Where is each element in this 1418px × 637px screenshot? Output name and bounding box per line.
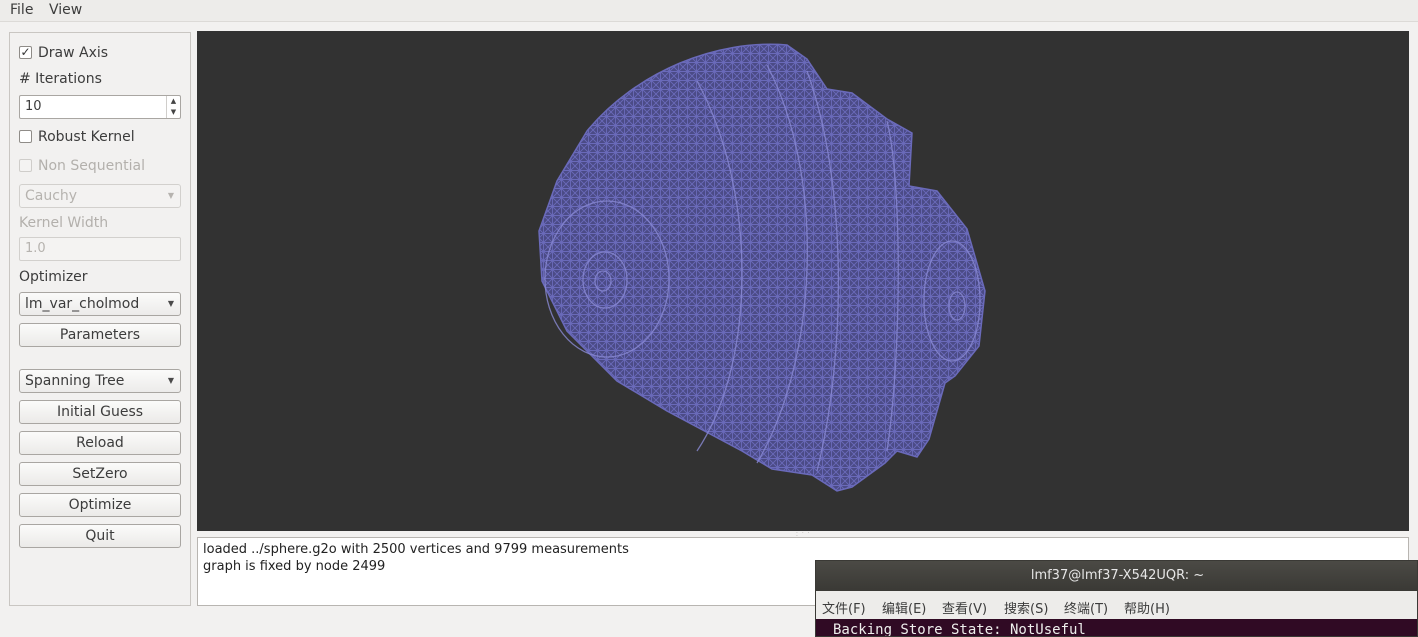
quit-button[interactable]: Quit: [19, 524, 181, 548]
chevron-down-icon: ▼: [167, 299, 174, 308]
draw-axis-label: Draw Axis: [38, 45, 109, 61]
spin-up-icon[interactable]: ▲: [167, 96, 180, 107]
terminal-menu-search[interactable]: 搜索(S): [1004, 598, 1048, 617]
terminal-menu-view[interactable]: 查看(V): [942, 598, 987, 617]
iterations-label: # Iterations: [19, 71, 102, 87]
initial-guess-method-value: Spanning Tree: [25, 373, 125, 389]
terminal-title: lmf37@lmf37-X542UQR: ~: [816, 561, 1417, 591]
draw-axis-checkbox[interactable]: ✓: [19, 46, 32, 59]
non-sequential-label: Non Sequential: [38, 158, 145, 174]
terminal-output: Backing Store State: NotUseful: [833, 622, 1086, 637]
robust-kernel-label: Robust Kernel: [38, 129, 135, 145]
terminal-menu-help[interactable]: 帮助(H): [1124, 598, 1170, 617]
chevron-down-icon: ▼: [167, 191, 174, 200]
parameters-button[interactable]: Parameters: [19, 323, 181, 347]
splitter-handle[interactable]: · · · ·: [796, 531, 814, 540]
setzero-button[interactable]: SetZero: [19, 462, 181, 486]
reload-button[interactable]: Reload: [19, 431, 181, 455]
non-sequential-checkbox[interactable]: [19, 159, 32, 172]
kernel-width-label: Kernel Width: [19, 215, 109, 231]
initial-guess-method-combo[interactable]: Spanning Tree ▼: [19, 369, 181, 393]
terminal-menu-edit[interactable]: 编辑(E): [882, 598, 926, 617]
menu-view[interactable]: View: [49, 2, 82, 18]
initial-guess-button[interactable]: Initial Guess: [19, 400, 181, 424]
optimizer-value: lm_var_cholmod: [25, 296, 140, 312]
iterations-spinbox[interactable]: 10 ▲ ▼: [19, 95, 181, 119]
optimizer-combo[interactable]: lm_var_cholmod ▼: [19, 292, 181, 316]
chevron-down-icon: ▼: [167, 376, 174, 385]
menubar: File View: [0, 0, 1418, 22]
kernel-width-field[interactable]: 1.0: [19, 237, 181, 261]
pose-graph-mesh: [538, 43, 986, 492]
menu-file[interactable]: File: [10, 2, 33, 18]
terminal-body[interactable]: Backing Store State: NotUseful: [816, 619, 1417, 637]
terminal-window[interactable]: lmf37@lmf37-X542UQR: ~ 文件(F) 编辑(E) 查看(V)…: [815, 560, 1418, 637]
kernel-type-value: Cauchy: [25, 188, 78, 204]
spin-arrows: ▲ ▼: [166, 96, 180, 118]
terminal-menubar: 文件(F) 编辑(E) 查看(V) 搜索(S) 终端(T) 帮助(H): [816, 591, 1417, 619]
log-line: loaded ../sphere.g2o with 2500 vertices …: [203, 542, 629, 557]
graph-viewport[interactable]: [197, 31, 1409, 531]
iterations-value: 10: [25, 99, 42, 114]
control-panel: ✓ Draw Axis # Iterations 10 ▲ ▼ Robust K…: [9, 32, 191, 606]
optimize-button[interactable]: Optimize: [19, 493, 181, 517]
terminal-menu-terminal[interactable]: 终端(T): [1064, 598, 1108, 617]
terminal-menu-file[interactable]: 文件(F): [822, 598, 866, 617]
kernel-type-combo[interactable]: Cauchy ▼: [19, 184, 181, 208]
spin-down-icon[interactable]: ▼: [167, 107, 180, 118]
log-line: graph is fixed by node 2499: [203, 559, 386, 574]
kernel-width-value: 1.0: [25, 241, 46, 256]
robust-kernel-checkbox[interactable]: [19, 130, 32, 143]
optimizer-label: Optimizer: [19, 269, 88, 285]
